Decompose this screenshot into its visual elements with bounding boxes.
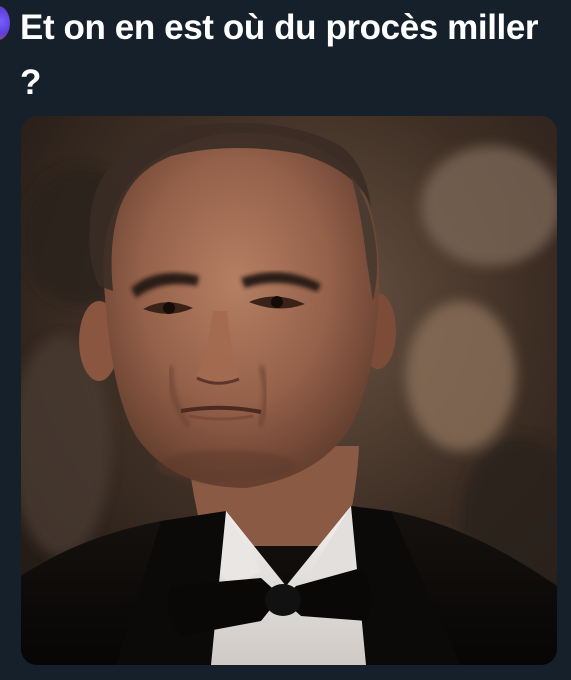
- avatar[interactable]: [0, 6, 10, 40]
- tweet-media[interactable]: [21, 116, 557, 665]
- tweet-footer-divider: [0, 672, 571, 680]
- tweet-photo: [21, 116, 557, 665]
- tweet-text: Et on en est où du procès miller ?: [20, 8, 539, 102]
- tweet-screen: Et on en est où du procès miller ?: [0, 0, 571, 680]
